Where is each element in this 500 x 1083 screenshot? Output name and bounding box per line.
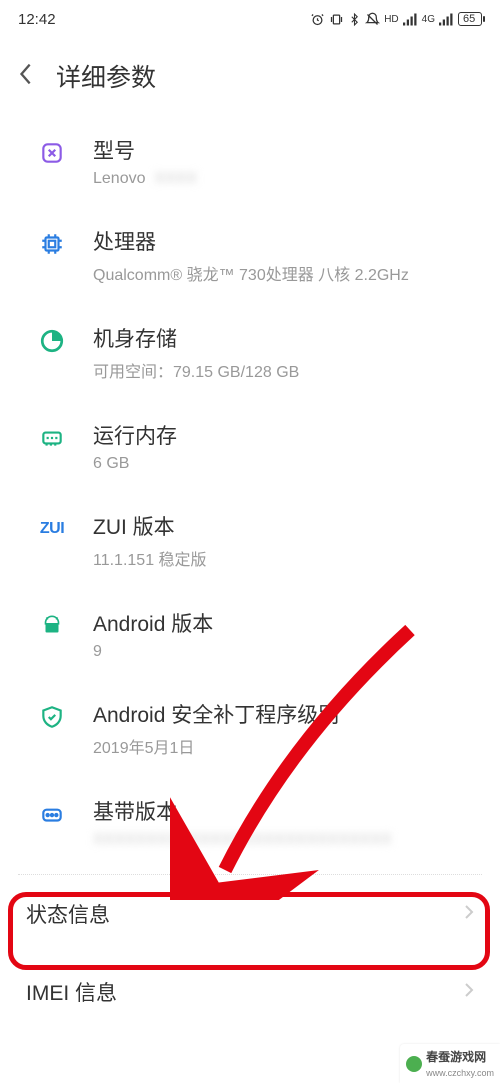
item-patch[interactable]: Android 安全补丁程序级别 2019年5月1日 (0, 680, 500, 777)
chevron-right-icon (464, 982, 474, 1003)
cpu-title: 处理器 (93, 226, 474, 256)
storage-value: 可用空间：79.15 GB/128 GB (93, 358, 474, 382)
zui-icon: ZUI (38, 515, 66, 543)
cpu-value: Qualcomm® 骁龙™ 730处理器 八核 2.2GHz (93, 261, 474, 285)
model-value: Lenovo XXXX (93, 170, 474, 188)
patch-title: Android 安全补丁程序级别 (93, 699, 474, 729)
signal2-icon (439, 13, 454, 26)
nav-status-info[interactable]: 状态信息 (0, 875, 500, 953)
item-zui[interactable]: ZUI ZUI 版本 11.1.151 稳定版 (0, 492, 500, 589)
item-model[interactable]: 型号 Lenovo XXXX (0, 116, 500, 207)
zui-value: 11.1.151 稳定版 (93, 546, 474, 570)
watermark-site: 春蚕游戏网 (426, 1050, 486, 1064)
ram-title: 运行内存 (93, 420, 474, 450)
item-storage[interactable]: 机身存储 可用空间：79.15 GB/128 GB (0, 304, 500, 401)
alarm-icon (310, 12, 325, 27)
hd-label: HD (384, 14, 398, 25)
nav-imei-info[interactable]: IMEI 信息 (0, 953, 500, 1031)
storage-title: 机身存储 (93, 323, 474, 353)
status-info-label: 状态信息 (26, 899, 110, 929)
zui-title: ZUI 版本 (93, 511, 474, 541)
patch-value: 2019年5月1日 (93, 734, 474, 758)
watermark-url: www.czchxy.com (426, 1068, 494, 1078)
android-title: Android 版本 (93, 608, 474, 638)
model-title: 型号 (93, 135, 474, 165)
item-ram[interactable]: 运行内存 6 GB (0, 401, 500, 492)
imei-info-label: IMEI 信息 (26, 977, 117, 1007)
battery-indicator: 65 (458, 12, 482, 26)
shield-icon (38, 703, 66, 731)
item-cpu[interactable]: 处理器 Qualcomm® 骁龙™ 730处理器 八核 2.2GHz (0, 207, 500, 304)
model-icon (38, 139, 66, 167)
back-button[interactable] (18, 62, 32, 91)
net-label: 4G (422, 14, 435, 25)
item-android[interactable]: Android 版本 9 (0, 589, 500, 680)
bluetooth-icon (348, 12, 361, 27)
status-bar: 12:42 HD 4G 65 (0, 0, 500, 34)
page-header: 详细参数 (0, 34, 500, 116)
item-baseband[interactable]: 基带版本 XXXXXXXXXXXXXXXXXXXXXXXXXXXX (0, 777, 500, 868)
baseband-title: 基带版本 (93, 796, 474, 826)
ram-value: 6 GB (93, 455, 474, 473)
baseband-icon (38, 800, 66, 828)
watermark: 春蚕游戏网 www.czchxy.com (400, 1044, 500, 1083)
vibrate-icon (329, 12, 344, 27)
status-icons: HD 4G 65 (310, 12, 482, 27)
baseband-value: XXXXXXXXXXXXXXXXXXXXXXXXXXXX (93, 831, 392, 849)
chevron-right-icon (464, 904, 474, 925)
dnd-icon (365, 12, 380, 27)
page-title: 详细参数 (56, 58, 156, 94)
android-value: 9 (93, 643, 474, 661)
cpu-icon (38, 230, 66, 258)
signal-icon (403, 13, 418, 26)
watermark-logo-icon (406, 1056, 422, 1072)
clock: 12:42 (18, 11, 56, 28)
android-icon (38, 612, 66, 640)
storage-icon (38, 327, 66, 355)
settings-list: 型号 Lenovo XXXX 处理器 Qualcomm® 骁龙™ 730处理器 … (0, 116, 500, 1031)
ram-icon (38, 424, 66, 452)
